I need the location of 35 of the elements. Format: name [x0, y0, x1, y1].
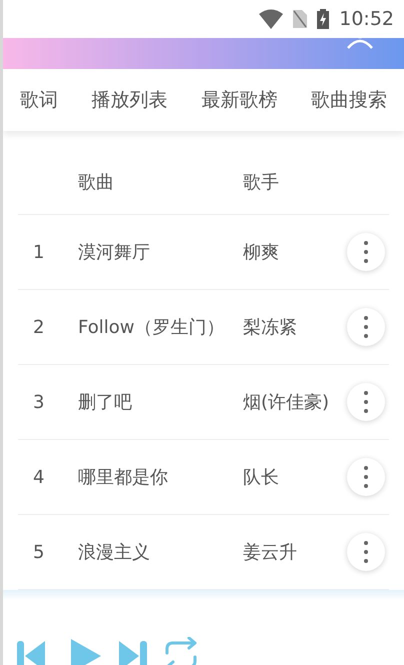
nav-tab[interactable]: 最新歌榜 [201, 86, 278, 114]
song-title: 删了吧 [78, 390, 133, 414]
artist-name: 梨冻紧 [243, 316, 297, 340]
row-number: 4 [32, 466, 46, 490]
row-number: 1 [32, 240, 46, 264]
more-button[interactable] [347, 233, 385, 271]
status-time: 10:52 [339, 6, 394, 32]
nav-tab[interactable]: 播放列表 [92, 86, 168, 114]
wifi-icon [259, 9, 284, 29]
artist-name: 柳爽 [243, 240, 279, 264]
artist-name: 烟(许佳豪) [243, 390, 330, 414]
column-header: 歌手 [243, 171, 279, 195]
nav-tab[interactable]: 歌曲搜索 [311, 86, 388, 114]
song-title: 漠河舞厅 [78, 240, 151, 264]
artist-name: 队长 [243, 466, 279, 490]
more-icon [364, 466, 368, 488]
more-icon [364, 241, 368, 263]
no-sim-icon [293, 10, 308, 28]
song-title: 浪漫主义 [78, 540, 151, 564]
more-button[interactable] [347, 308, 385, 346]
more-icon [364, 316, 368, 338]
column-header: 歌曲 [78, 171, 115, 195]
song-title: 哪里都是你 [78, 466, 169, 490]
row-number: 2 [32, 316, 46, 340]
more-button[interactable] [347, 458, 385, 496]
song-title: Follow（罗生门） [78, 316, 226, 340]
more-icon [364, 391, 368, 413]
artist-name: 姜云升 [243, 540, 297, 564]
nav-tab[interactable]: 歌词 [20, 86, 58, 114]
more-button[interactable] [347, 383, 385, 421]
row-number: 3 [32, 390, 46, 414]
row-number: 5 [32, 540, 46, 564]
battery-charging-icon [317, 9, 330, 29]
more-button[interactable] [347, 533, 385, 571]
more-icon [364, 541, 368, 563]
